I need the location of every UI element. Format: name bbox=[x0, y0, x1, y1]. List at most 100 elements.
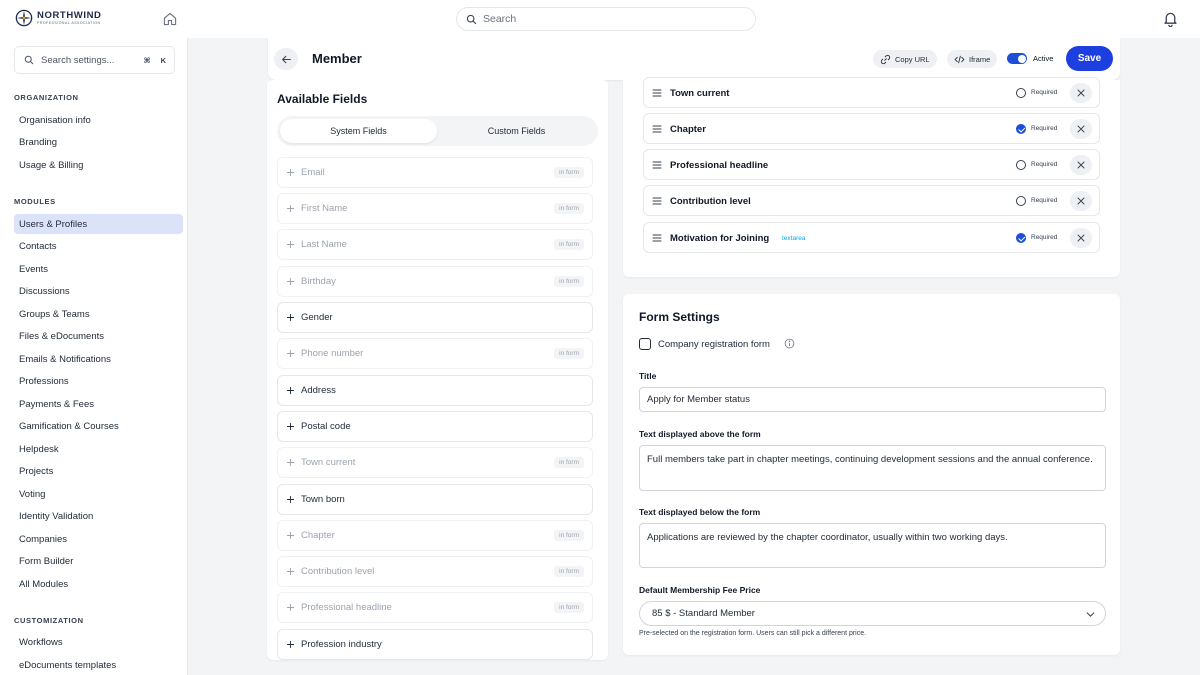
search-icon bbox=[24, 55, 34, 65]
sidebar-item-professions[interactable]: Professions bbox=[14, 371, 183, 391]
required-checkbox[interactable] bbox=[1016, 196, 1026, 206]
available-field-birthday[interactable]: Birthday in form bbox=[277, 266, 593, 297]
available-field-label: Professional headline bbox=[301, 602, 392, 613]
fields-tab-switch: System Fields Custom Fields bbox=[277, 116, 598, 146]
selected-field-label: Professional headline bbox=[670, 160, 769, 171]
plus-icon bbox=[286, 240, 295, 249]
available-field-professional-headline[interactable]: Professional headline in form bbox=[277, 592, 593, 623]
drag-handle-icon[interactable] bbox=[652, 233, 662, 243]
sidebar-item-gamification-courses[interactable]: Gamification & Courses bbox=[14, 416, 183, 436]
available-field-last-name[interactable]: Last Name in form bbox=[277, 229, 593, 260]
plus-icon bbox=[286, 204, 295, 213]
available-field-town-current[interactable]: Town current in form bbox=[277, 447, 593, 478]
brand-logo[interactable]: NORTHWIND PROFESSIONAL ASSOCIATION bbox=[15, 9, 102, 27]
remove-field-button[interactable] bbox=[1070, 191, 1092, 211]
required-checkbox[interactable] bbox=[1016, 124, 1026, 134]
available-field-town-born[interactable]: Town born bbox=[277, 484, 593, 515]
available-field-postal-code[interactable]: Postal code bbox=[277, 411, 593, 442]
form-header: Member Copy URL Iframe Active Save bbox=[268, 38, 1120, 80]
remove-field-button[interactable] bbox=[1070, 83, 1092, 103]
sidebar-item-all-modules[interactable]: All Modules bbox=[14, 574, 183, 594]
drag-handle-icon[interactable] bbox=[652, 160, 662, 170]
text-above-textarea[interactable]: Full members take part in chapter meetin… bbox=[639, 445, 1106, 491]
link-icon bbox=[880, 54, 891, 64]
available-field-address[interactable]: Address bbox=[277, 375, 593, 406]
chevron-down-icon bbox=[1086, 612, 1095, 617]
plus-icon bbox=[286, 603, 295, 612]
global-search[interactable] bbox=[456, 7, 756, 31]
sidebar-item-identity-validation[interactable]: Identity Validation bbox=[14, 506, 183, 526]
selected-field-professional-headline[interactable]: Professional headline Required bbox=[643, 149, 1100, 180]
close-icon bbox=[1077, 89, 1085, 97]
save-button[interactable]: Save bbox=[1066, 46, 1113, 71]
available-field-label: Phone number bbox=[301, 348, 364, 359]
tab-system-fields[interactable]: System Fields bbox=[280, 119, 437, 143]
sidebar-item-groups-teams[interactable]: Groups & Teams bbox=[14, 304, 183, 324]
selected-field-contribution-level[interactable]: Contribution level Required bbox=[643, 185, 1100, 216]
title-input[interactable] bbox=[639, 387, 1106, 412]
required-label: Required bbox=[1031, 197, 1058, 204]
selected-field-town-current[interactable]: Town current Required bbox=[643, 77, 1100, 108]
global-search-input[interactable] bbox=[483, 13, 723, 25]
plus-icon bbox=[286, 386, 295, 395]
copy-url-label: Copy URL bbox=[895, 54, 930, 64]
sidebar-item-emails-notifications[interactable]: Emails & Notifications bbox=[14, 349, 183, 369]
sidebar-item-helpdesk[interactable]: Helpdesk bbox=[14, 439, 183, 459]
available-field-label: Profession industry bbox=[301, 639, 382, 650]
drag-handle-icon[interactable] bbox=[652, 196, 662, 206]
selected-field-chapter[interactable]: Chapter Required bbox=[643, 113, 1100, 144]
form-settings-title: Form Settings bbox=[639, 310, 720, 324]
available-field-email[interactable]: Email in form bbox=[277, 157, 593, 188]
iframe-button[interactable]: Iframe bbox=[947, 50, 998, 68]
required-checkbox[interactable] bbox=[1016, 88, 1026, 98]
in-form-badge: in form bbox=[554, 530, 584, 541]
copy-url-button[interactable]: Copy URL bbox=[873, 50, 937, 68]
remove-field-button[interactable] bbox=[1070, 228, 1092, 248]
available-field-chapter[interactable]: Chapter in form bbox=[277, 520, 593, 551]
available-field-gender[interactable]: Gender bbox=[277, 302, 593, 333]
fee-price-select[interactable]: 85 $ - Standard Member bbox=[639, 601, 1106, 626]
tab-custom-fields[interactable]: Custom Fields bbox=[438, 119, 595, 143]
settings-search[interactable]: Search settings... ⌘ K bbox=[14, 46, 175, 74]
selected-field-motivation-for-joining[interactable]: Motivation for Joining textarea Required bbox=[643, 222, 1100, 253]
sidebar-item-projects[interactable]: Projects bbox=[14, 461, 183, 481]
available-field-profession-industry[interactable]: Profession industry bbox=[277, 629, 593, 660]
available-field-phone-number[interactable]: Phone number in form bbox=[277, 338, 593, 369]
text-below-textarea[interactable]: Applications are reviewed by the chapter… bbox=[639, 523, 1106, 568]
home-icon[interactable] bbox=[162, 11, 178, 27]
sidebar-item-usage-billing[interactable]: Usage & Billing bbox=[14, 155, 183, 175]
available-field-first-name[interactable]: First Name in form bbox=[277, 193, 593, 224]
available-field-label: Address bbox=[301, 385, 336, 396]
sidebar-item-payments-fees[interactable]: Payments & Fees bbox=[14, 394, 183, 414]
required-checkbox[interactable] bbox=[1016, 233, 1026, 243]
sidebar-item-form-builder[interactable]: Form Builder bbox=[14, 551, 183, 571]
bell-icon[interactable] bbox=[1162, 10, 1179, 27]
required-checkbox[interactable] bbox=[1016, 160, 1026, 170]
available-field-contribution-level[interactable]: Contribution level in form bbox=[277, 556, 593, 587]
back-button[interactable] bbox=[274, 48, 298, 70]
drag-handle-icon[interactable] bbox=[652, 88, 662, 98]
sidebar-item-branding[interactable]: Branding bbox=[14, 132, 183, 152]
sidebar-item-companies[interactable]: Companies bbox=[14, 529, 183, 549]
sidebar-item-users-profiles[interactable]: Users & Profiles bbox=[14, 214, 183, 234]
sidebar-item-workflows[interactable]: Workflows bbox=[14, 632, 183, 652]
required-label: Required bbox=[1031, 234, 1058, 241]
plus-icon bbox=[286, 422, 295, 431]
sidebar-item-events[interactable]: Events bbox=[14, 259, 183, 279]
sidebar-item-contacts[interactable]: Contacts bbox=[14, 236, 183, 256]
info-icon[interactable] bbox=[784, 338, 795, 349]
remove-field-button[interactable] bbox=[1070, 155, 1092, 175]
sidebar-item-files-edocuments[interactable]: Files & eDocuments bbox=[14, 326, 183, 346]
required-label: Required bbox=[1031, 125, 1058, 132]
sidebar-item-organisation-info[interactable]: Organisation info bbox=[14, 110, 183, 130]
sidebar-item-edocuments-templates[interactable]: eDocuments templates bbox=[14, 655, 183, 675]
drag-handle-icon[interactable] bbox=[652, 124, 662, 134]
company-registration-checkbox[interactable] bbox=[639, 338, 651, 350]
sidebar-item-voting[interactable]: Voting bbox=[14, 484, 183, 504]
arrow-left-icon bbox=[281, 55, 291, 63]
sidebar-item-discussions[interactable]: Discussions bbox=[14, 281, 183, 301]
keyboard-shortcut: ⌘ K bbox=[144, 56, 166, 65]
in-form-badge: in form bbox=[554, 203, 584, 214]
active-toggle[interactable] bbox=[1007, 53, 1027, 64]
remove-field-button[interactable] bbox=[1070, 119, 1092, 139]
